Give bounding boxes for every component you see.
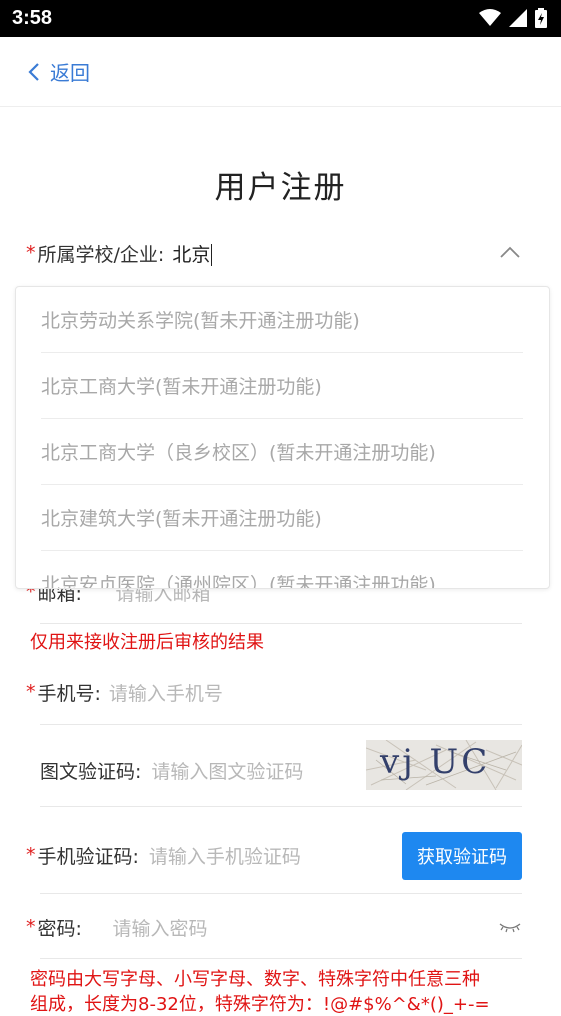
captcha-text: vj UC: [380, 742, 491, 782]
divider: [40, 958, 522, 959]
dropdown-item[interactable]: 北京工商大学(暂未开通注册功能): [41, 353, 523, 419]
chevron-left-icon: [28, 62, 39, 81]
chevron-up-icon[interactable]: [499, 245, 521, 259]
captcha-image[interactable]: vj UC: [366, 740, 522, 790]
required-mark: *: [26, 242, 36, 264]
required-mark: *: [26, 916, 36, 938]
required-mark: *: [26, 844, 36, 866]
nav-bar: 返回: [0, 37, 561, 107]
dropdown-item[interactable]: 北京劳动关系学院(暂未开通注册功能): [41, 287, 523, 353]
divider: [40, 893, 522, 894]
phone-input[interactable]: 请输入手机号: [109, 679, 223, 706]
phone-field[interactable]: * 手机号: 请输入手机号: [26, 677, 521, 707]
status-bar: 3:58: [0, 0, 561, 37]
dropdown-item[interactable]: 北京工商大学（良乡校区）(暂未开通注册功能): [41, 419, 523, 485]
email-note: 仅用来接收注册后审核的结果: [30, 632, 264, 653]
school-dropdown: 北京劳动关系学院(暂未开通注册功能) 北京工商大学(暂未开通注册功能) 北京工商…: [15, 286, 550, 589]
dropdown-item[interactable]: 北京建筑大学(暂未开通注册功能): [41, 485, 523, 551]
dropdown-item[interactable]: 北京安贞医院（通州院区）(暂未开通注册功能): [41, 551, 523, 588]
signal-icon: [509, 9, 527, 27]
school-label: 所属学校/企业:: [37, 243, 165, 266]
text-caret: [211, 244, 213, 266]
divider: [40, 724, 522, 725]
password-label: 密码:: [37, 917, 82, 940]
divider: [40, 623, 522, 624]
password-field[interactable]: * 密码: 请输入密码: [26, 912, 521, 942]
password-note-line1: 密码由大写字母、小写字母、数字、特殊字符中任意三种: [30, 969, 480, 990]
get-code-button[interactable]: 获取验证码: [402, 832, 522, 880]
page-title: 用户注册: [214, 170, 347, 206]
status-time: 3:58: [12, 7, 53, 29]
required-mark: *: [26, 681, 36, 703]
image-code-label: 图文验证码:: [40, 760, 142, 783]
back-button[interactable]: 返回: [28, 57, 90, 86]
password-note-line2: 组成，长度为8-32位，特殊字符为：!@#$%^&*()_+-=: [30, 994, 490, 1015]
image-code-input[interactable]: 请输入图文验证码: [151, 757, 303, 784]
school-value: 北京: [172, 243, 211, 266]
back-label: 返回: [50, 61, 90, 85]
sms-code-label: 手机验证码:: [37, 845, 139, 868]
school-input[interactable]: 北京: [172, 240, 213, 267]
password-input[interactable]: 请输入密码: [113, 914, 208, 941]
battery-icon: [535, 8, 547, 28]
divider: [40, 806, 522, 807]
sms-code-input[interactable]: 请输入手机验证码: [149, 842, 301, 869]
status-icons: [479, 8, 547, 28]
phone-label: 手机号:: [37, 682, 101, 705]
wifi-icon: [479, 9, 501, 26]
school-field[interactable]: * 所属学校/企业: 北京: [26, 238, 521, 268]
eye-closed-icon[interactable]: [498, 920, 522, 934]
